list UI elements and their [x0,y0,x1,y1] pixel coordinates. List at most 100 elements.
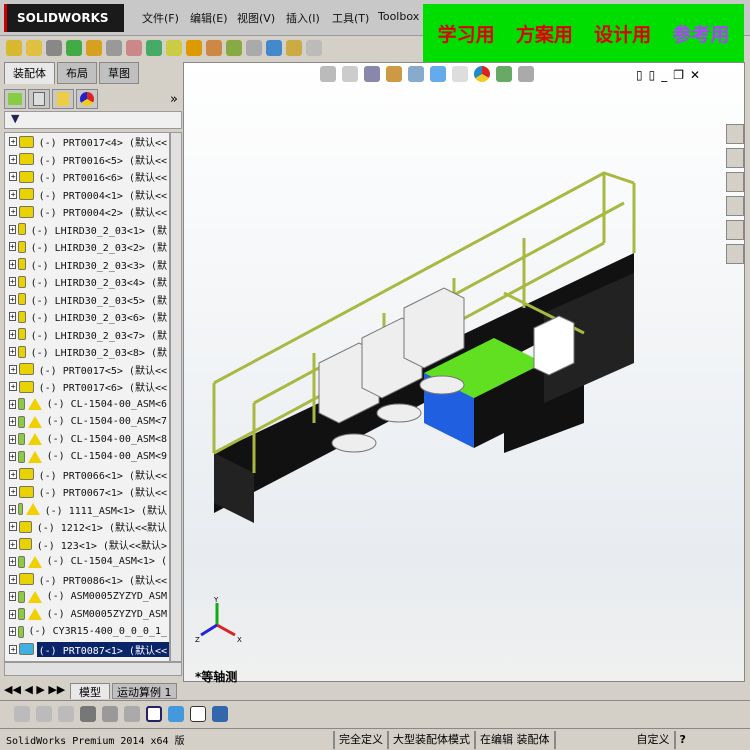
tab-assembly[interactable]: 装配体 [4,62,55,84]
appearance-edit-icon[interactable] [58,705,74,722]
tree-item[interactable]: + (-) PRT0004<2> (默认<< [5,203,169,221]
expand-icon[interactable]: + [9,644,18,654]
design-library-icon[interactable] [726,148,744,168]
table-icon[interactable] [190,705,206,722]
tab-motion-study[interactable]: 运动算例 1 [112,683,177,699]
menu-insert[interactable]: 插入(I) [286,10,320,26]
interference-icon[interactable] [266,40,282,56]
expand-icon[interactable]: + [9,522,17,532]
menu-tools[interactable]: 工具(T) [332,10,369,26]
tree-item[interactable]: + (-) 1212<1> (默认<<默认 [5,518,169,536]
tree-item[interactable]: + (-) ASM0005ZYZYD_ASM [5,588,169,606]
hide-show-icon[interactable] [452,66,468,82]
appearances-icon[interactable] [726,220,744,240]
layer-icon[interactable] [36,705,52,722]
lines-icon[interactable] [80,705,96,722]
tree-item[interactable]: + (-) CL-1504-00_ASM<6 [5,396,169,414]
pattern-icon[interactable] [66,40,82,56]
exploded-view-icon[interactable] [226,40,242,56]
tree-item[interactable]: + (-) 123<1> (默认<<默认> [5,536,169,554]
view-palette-icon[interactable] [726,196,744,216]
custom-properties-icon[interactable] [726,244,744,264]
expand-icon[interactable]: » [170,92,178,107]
expand-icon[interactable]: + [9,627,16,637]
property-manager-icon[interactable] [28,89,50,109]
expand-icon[interactable]: + [9,364,18,374]
tree-item[interactable]: + (-) LHIRD30_2_03<5> (默 [5,291,169,309]
zoom-area-icon[interactable] [342,66,358,82]
tree-item[interactable]: + (-) PRT0066<1> (默认<< [5,466,169,484]
split-left-icon[interactable]: ▯ [636,68,643,82]
render-icon[interactable] [212,705,228,722]
tree-vertical-scrollbar[interactable] [170,132,182,662]
smart-fasteners-icon[interactable] [126,40,142,56]
expand-icon[interactable]: + [9,399,16,409]
move-component-icon[interactable] [86,40,102,56]
filter-icon[interactable]: ▼ [4,111,182,129]
tree-item[interactable]: + (-) LHIRD30_2_03<6> (默 [5,308,169,326]
expand-icon[interactable]: + [9,504,16,514]
tree-item[interactable]: + (-) PRT0017<6> (默认<< [5,378,169,396]
tree-item[interactable]: + (-) LHIRD30_2_03<4> (默 [5,273,169,291]
tree-item[interactable]: + (-) LHIRD30_2_03<8> (默 [5,343,169,361]
tab-layout[interactable]: 布局 [57,62,97,84]
expand-icon[interactable]: + [9,417,16,427]
close-icon[interactable]: ✕ [690,68,700,82]
help-icon[interactable]: ? [673,730,690,749]
shaded-icon[interactable] [168,705,184,722]
new-motion-study-icon[interactable] [186,40,202,56]
menu-toolbox[interactable]: Toolbox [378,10,419,23]
bom-icon[interactable] [206,40,222,56]
previous-view-icon[interactable] [364,66,380,82]
expand-icon[interactable]: + [9,207,18,217]
new-assembly-icon[interactable] [26,40,42,56]
menu-file[interactable]: 文件(F) [142,10,179,26]
tab-model[interactable]: 模型 [70,683,110,699]
tree-item[interactable]: + (-) PRT0086<1> (默认<< [5,571,169,589]
tree-item[interactable]: + (-) LHIRD30_2_03<7> (默 [5,326,169,344]
expand-icon[interactable]: + [9,539,17,549]
clearance-icon[interactable] [286,40,302,56]
insert-component-icon[interactable] [6,40,22,56]
tree-item[interactable]: + (-) PRT0017<5> (默认<< [5,361,169,379]
expand-icon[interactable]: + [9,609,16,619]
swap-icon[interactable] [124,705,140,722]
expand-icon[interactable]: + [9,189,18,199]
view-settings-icon[interactable] [518,66,534,82]
units-selector[interactable]: 自定义 [553,730,674,749]
expand-icon[interactable]: + [9,154,18,164]
tree-item[interactable]: + (-) PRT0016<5> (默认<< [5,151,169,169]
expand-icon[interactable]: + [9,242,16,252]
appearance-icon[interactable] [474,66,490,82]
tree-item[interactable]: + (-) PRT0016<6> (默认<< [5,168,169,186]
menu-view[interactable]: 视图(V) [237,10,275,26]
expand-icon[interactable]: + [9,172,18,182]
mate-icon[interactable] [46,40,62,56]
expand-icon[interactable]: + [9,487,18,497]
tree-item[interactable]: + (-) CL-1504-00_ASM<9 [5,448,169,466]
tree-item[interactable]: + (-) CY3R15-400_0_0_0_1_ [5,623,169,641]
tab-sketch[interactable]: 草图 [99,62,139,84]
tree-item[interactable]: + (-) LHIRD30_2_03<1> (默 [5,221,169,239]
expand-icon[interactable]: + [9,434,16,444]
expand-icon[interactable]: + [9,224,16,234]
hole-alignment-icon[interactable] [306,40,322,56]
expand-icon[interactable]: + [9,259,16,269]
assembly-features-icon[interactable] [146,40,162,56]
tree-item[interactable]: + (-) PRT0004<1> (默认<< [5,186,169,204]
expand-icon[interactable]: + [9,329,16,339]
file-explorer-icon[interactable] [726,172,744,192]
tree-item[interactable]: + (-) PRT0087<1> (默认<< [5,641,169,659]
split-right-icon[interactable]: ▯ [649,68,656,82]
tree-item[interactable]: + (-) ASM0005ZYZYD_ASM [5,606,169,624]
tree-item[interactable]: + (-) CL-1504_ASM<1> ( [5,553,169,571]
tree-item[interactable]: + (-) CL-1504-00_ASM<7 [5,413,169,431]
menu-edit[interactable]: 编辑(E) [190,10,228,26]
rotate-icon[interactable] [106,40,122,56]
display-style-icon[interactable] [430,66,446,82]
tree-item[interactable]: + (-) PRT0017<4> (默认<< [5,133,169,151]
expand-icon[interactable]: + [9,347,16,357]
tree-item[interactable]: + (-) CL-1504-00_ASM<8 [5,431,169,449]
display-manager-icon[interactable] [76,89,98,109]
expand-icon[interactable]: + [9,137,18,147]
